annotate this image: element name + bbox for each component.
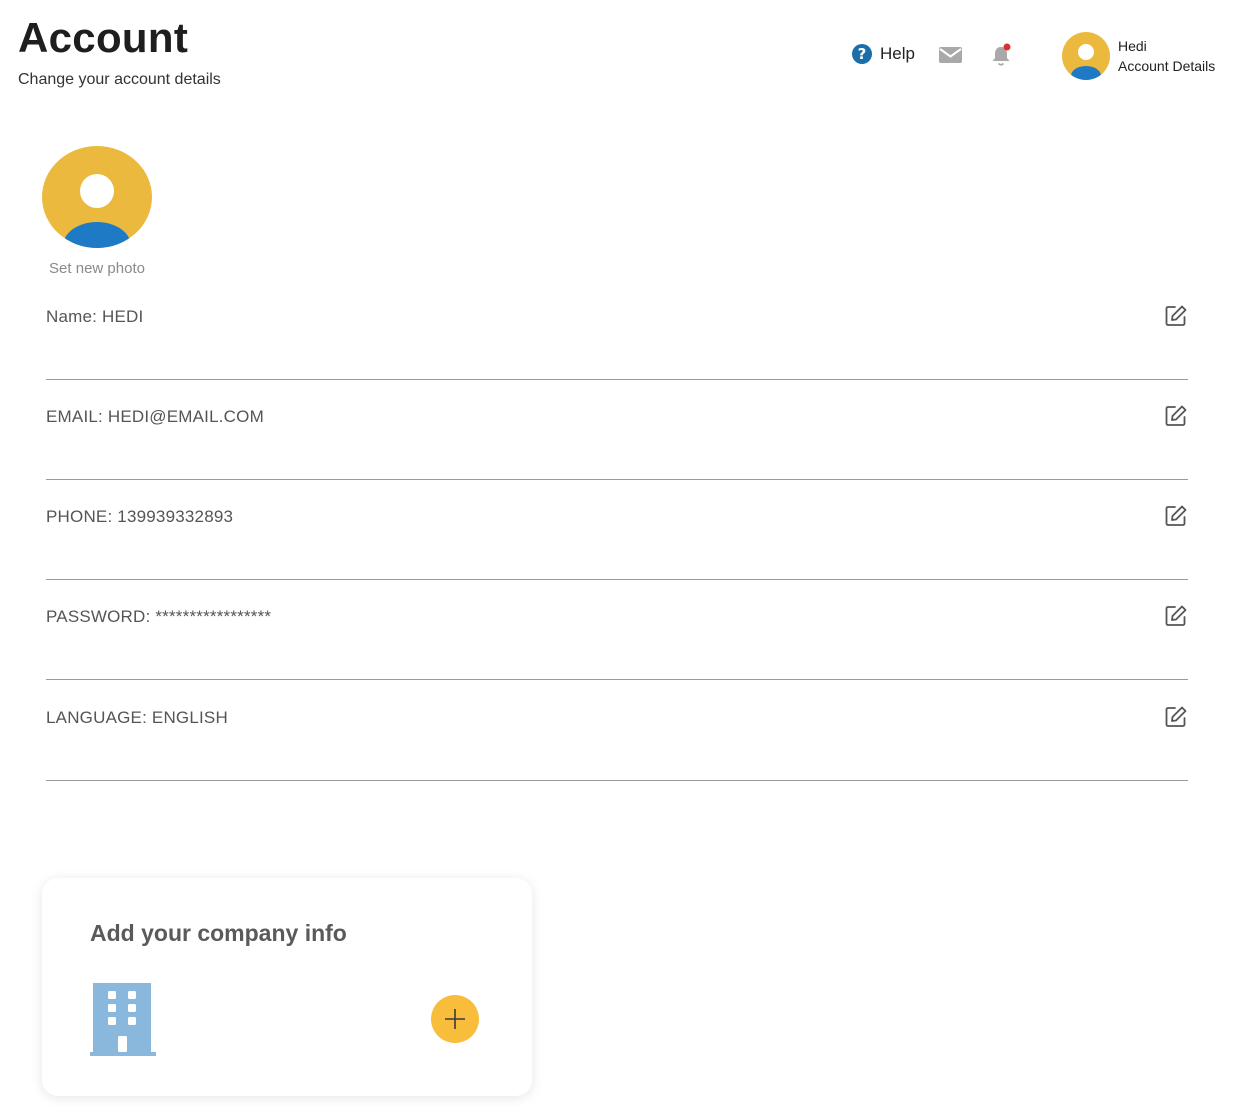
edit-pencil-icon[interactable]: [1164, 705, 1188, 729]
notification-dot: [1003, 43, 1011, 51]
set-new-photo-link[interactable]: Set new photo: [42, 260, 152, 277]
field-label: EMAIL: HEDI@EMAIL.COM: [46, 407, 264, 426]
bell-icon[interactable]: [989, 42, 1013, 68]
user-name: Hedi: [1118, 38, 1147, 54]
building-icon: [90, 983, 156, 1056]
add-company-button[interactable]: [431, 995, 479, 1043]
help-label: Help: [880, 44, 915, 63]
profile-photo-section: Set new photo: [42, 146, 152, 277]
mail-icon[interactable]: [938, 44, 963, 66]
field-label: LANGUAGE: ENGLISH: [46, 708, 228, 727]
field-label: PASSWORD: *****************: [46, 607, 272, 626]
field-email: EMAIL: HEDI@EMAIL.COM: [46, 380, 1188, 480]
page-subtitle: Change your account details: [18, 71, 221, 88]
page-title: Account: [18, 14, 189, 61]
edit-pencil-icon[interactable]: [1164, 604, 1188, 628]
user-avatar-icon: [1071, 44, 1101, 80]
account-details-link[interactable]: Account Details: [1118, 58, 1215, 74]
field-phone: PHONE: 139939332893: [46, 480, 1188, 580]
card-title: Add your company info: [90, 920, 347, 946]
field-label: PHONE: 139939332893: [46, 507, 234, 526]
company-info-card: Add your company info: [42, 878, 532, 1096]
plus-icon: [445, 1009, 465, 1029]
user-avatar-icon: [63, 174, 131, 248]
avatar: [1062, 32, 1110, 80]
field-language: LANGUAGE: ENGLISH: [46, 681, 1188, 781]
edit-pencil-icon[interactable]: [1164, 304, 1188, 328]
help-link[interactable]: ? Help: [852, 44, 915, 64]
help-circle-icon: ?: [852, 44, 872, 64]
user-menu[interactable]: Hedi Account Details: [1062, 32, 1215, 80]
profile-avatar[interactable]: [42, 146, 152, 248]
field-name: Name: HEDI: [46, 280, 1188, 380]
edit-pencil-icon[interactable]: [1164, 504, 1188, 528]
field-label: Name: HEDI: [46, 307, 144, 326]
edit-pencil-icon[interactable]: [1164, 404, 1188, 428]
field-password: PASSWORD: *****************: [46, 580, 1188, 680]
